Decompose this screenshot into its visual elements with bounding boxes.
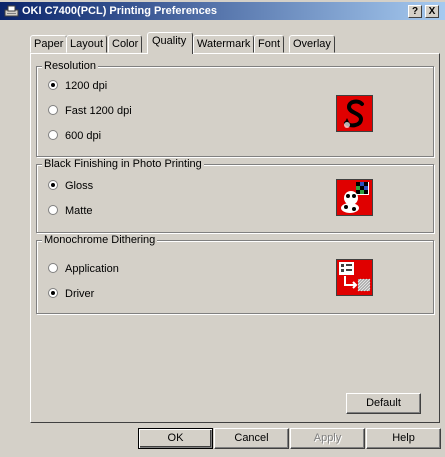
tab-paper[interactable]: Paper [30,35,68,53]
default-button[interactable]: Default [346,393,421,414]
tab-color[interactable]: Color [108,35,143,53]
radio-label: Driver [65,288,95,300]
radio-application[interactable]: Application [48,263,119,275]
radio-button[interactable] [48,205,58,215]
apply-button[interactable]: Apply [290,428,365,449]
resolution-group: Resolution 1200 dpi Fast 1200 dpi 600 dp… [36,60,434,157]
monochrome-dithering-group: Monochrome Dithering Application Driver [36,234,434,314]
radio-matte[interactable]: Matte [48,205,93,217]
tab-font[interactable]: Font [254,35,285,53]
radio-fast-1200-dpi[interactable]: Fast 1200 dpi [48,105,132,117]
tab-watermark[interactable]: Watermark [193,35,255,53]
printer-icon [4,5,19,17]
radio-600-dpi[interactable]: 600 dpi [48,130,101,142]
resolution-s-icon [336,95,373,132]
radio-button-selected[interactable] [48,180,58,190]
radio-1200-dpi[interactable]: 1200 dpi [48,80,107,92]
radio-button[interactable] [48,130,58,140]
radio-label: Application [65,263,119,275]
help-button[interactable]: Help [366,428,441,449]
radio-label: 1200 dpi [65,80,108,92]
radio-button-selected[interactable] [48,80,58,90]
tab-strip: Paper Layout Color Quality Watermark Fon… [0,32,445,54]
black-finishing-group: Black Finishing in Photo Printing Gloss … [36,158,434,233]
radio-label: Fast 1200 dpi [65,105,132,117]
help-title-button[interactable]: ? [408,5,422,18]
cancel-button[interactable]: Cancel [214,428,289,449]
close-title-button[interactable]: X [425,5,439,18]
radio-driver[interactable]: Driver [48,288,94,300]
dithering-icon [336,259,373,296]
radio-button[interactable] [48,263,58,273]
title-bar[interactable]: OKI C7400(PCL) Printing Preferences ? X [0,2,445,20]
tab-quality[interactable]: Quality [147,32,193,54]
ok-button[interactable]: OK [138,428,213,449]
photo-finish-icon [336,179,373,216]
dialog-button-bar: OK Cancel Apply Help [0,424,445,457]
printing-preferences-dialog: OKI C7400(PCL) Printing Preferences ? X … [0,0,445,457]
radio-gloss[interactable]: Gloss [48,180,93,192]
window-title: OKI C7400(PCL) Printing Preferences [22,5,218,17]
radio-button[interactable] [48,105,58,115]
quality-tab-panel: Resolution 1200 dpi Fast 1200 dpi 600 dp… [30,53,440,423]
radio-label: Matte [65,205,93,217]
black-finishing-group-title: Black Finishing in Photo Printing [42,158,204,170]
monochrome-dithering-group-title: Monochrome Dithering [42,234,158,246]
tab-layout[interactable]: Layout [66,35,108,53]
radio-label: 600 dpi [65,130,102,142]
radio-label: Gloss [65,180,94,192]
radio-button-selected[interactable] [48,288,58,298]
tab-overlay[interactable]: Overlay [289,35,335,53]
resolution-group-title: Resolution [42,60,98,72]
